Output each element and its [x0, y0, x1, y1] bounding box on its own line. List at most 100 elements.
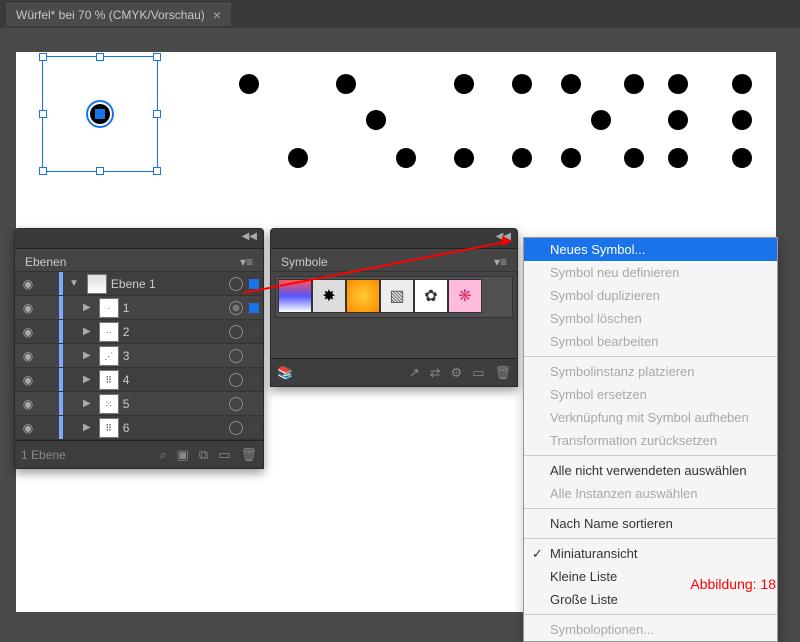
symbol-options-icon[interactable]: ⚙ — [451, 365, 463, 381]
layer-thumbnail: ⠿ — [99, 418, 119, 438]
layer-thumbnail: ⁙ — [99, 394, 119, 414]
die-dot — [624, 148, 644, 168]
selection-indicator — [249, 423, 259, 433]
target-icon[interactable] — [229, 397, 243, 411]
panel-menu-icon[interactable]: ▾≡ — [494, 255, 507, 269]
visibility-icon[interactable]: ◉ — [15, 397, 41, 411]
menu-item-symbol-options[interactable]: Symboloptionen... — [524, 618, 777, 641]
layer-row[interactable]: ◉ ▶ ⠿ 6 — [15, 416, 263, 440]
die-dot — [732, 74, 752, 94]
symbol-swatch[interactable]: ❋ — [448, 279, 482, 313]
die-dot — [454, 148, 474, 168]
symbols-panel: ◀◀ Symbole ▾≡ ✸ ▧ ✿ ❋ 📚 ↗ ⇄ ⚙ ▭ 🗑 — [270, 228, 518, 387]
selection-indicator — [249, 351, 259, 361]
visibility-icon[interactable]: ◉ — [15, 349, 41, 363]
close-icon[interactable]: × — [213, 8, 221, 22]
layers-panel-header: Ebenen ▾≡ — [15, 249, 263, 272]
symbol-swatch[interactable] — [346, 279, 380, 313]
symbols-panel-header: Symbole ▾≡ — [271, 249, 517, 272]
layer-name: 2 — [123, 325, 229, 339]
menu-item-redefine[interactable]: Symbol neu definieren — [524, 261, 777, 284]
die-dot — [454, 74, 474, 94]
disclosure-triangle-icon[interactable]: ▶ — [79, 350, 95, 361]
document-tab-bar: Würfel* bei 70 % (CMYK/Vorschau) × — [0, 0, 800, 28]
layer-thumbnail: · — [99, 298, 119, 318]
layer-row[interactable]: ◉ ▶ ·· 2 — [15, 320, 263, 344]
layer-thumbnail: ·· — [99, 322, 119, 342]
die-face-1[interactable] — [42, 56, 158, 172]
menu-item-delete[interactable]: Symbol löschen — [524, 307, 777, 330]
selection-indicator — [249, 375, 259, 385]
layer-row-parent[interactable]: ◉ ▼ Ebene 1 — [15, 272, 263, 296]
die-dot — [366, 110, 386, 130]
die-dot — [512, 148, 532, 168]
selection-indicator — [249, 303, 259, 313]
selection-indicator — [249, 279, 259, 289]
symbol-swatch[interactable]: ▧ — [380, 279, 414, 313]
make-clip-icon[interactable]: ▣ — [177, 447, 189, 463]
break-link-icon[interactable]: ⇄ — [430, 365, 441, 381]
target-icon[interactable] — [229, 301, 243, 315]
layer-thumbnail — [87, 274, 107, 294]
layer-row[interactable]: ◉ ▶ · 1 — [15, 296, 263, 320]
layer-name: 1 — [123, 301, 229, 315]
layer-name: 6 — [123, 421, 229, 435]
symbol-swatch[interactable]: ✸ — [312, 279, 346, 313]
visibility-icon[interactable]: ◉ — [15, 373, 41, 387]
disclosure-triangle-icon[interactable]: ▶ — [79, 302, 95, 313]
layer-count: 1 Ebene — [21, 448, 66, 462]
disclosure-triangle-icon[interactable]: ▼ — [65, 278, 83, 289]
target-icon[interactable] — [229, 325, 243, 339]
menu-item-sort-name[interactable]: Nach Name sortieren — [524, 512, 777, 535]
place-instance-icon[interactable]: ↗ — [409, 365, 420, 381]
die-dot — [512, 74, 532, 94]
target-icon[interactable] — [229, 421, 243, 435]
die-dot — [288, 148, 308, 168]
locate-icon[interactable]: ⌕ — [159, 447, 166, 463]
visibility-icon[interactable]: ◉ — [15, 301, 41, 315]
new-sublayer-icon[interactable]: ⧉ — [199, 447, 208, 463]
menu-item-edit[interactable]: Symbol bearbeiten — [524, 330, 777, 353]
layer-row[interactable]: ◉ ▶ ⠿ 4 — [15, 368, 263, 392]
menu-item-thumbnail-view[interactable]: Miniaturansicht — [524, 542, 777, 565]
visibility-icon[interactable]: ◉ — [15, 325, 41, 339]
collapse-icon[interactable]: ◀◀ — [236, 229, 263, 248]
die-dot — [336, 74, 356, 94]
menu-item-duplicate[interactable]: Symbol duplizieren — [524, 284, 777, 307]
panel-menu-icon[interactable]: ▾≡ — [240, 255, 253, 269]
library-icon[interactable]: 📚 — [277, 365, 293, 381]
layer-name: 5 — [123, 397, 229, 411]
menu-item-select-instances[interactable]: Alle Instanzen auswählen — [524, 482, 777, 505]
menu-item-break-link[interactable]: Verknüpfung mit Symbol aufheben — [524, 406, 777, 429]
new-layer-icon[interactable]: ▭ — [218, 447, 230, 463]
disclosure-triangle-icon[interactable]: ▶ — [79, 398, 95, 409]
die-dot — [732, 110, 752, 130]
disclosure-triangle-icon[interactable]: ▶ — [79, 374, 95, 385]
visibility-icon[interactable]: ◉ — [15, 277, 41, 291]
die-dot — [591, 110, 611, 130]
visibility-icon[interactable]: ◉ — [15, 421, 41, 435]
layers-panel-title: Ebenen — [25, 255, 66, 269]
layers-panel-footer: 1 Ebene ⌕ ▣ ⧉ ▭ 🗑 — [15, 440, 263, 468]
new-symbol-icon[interactable]: ▭ — [472, 365, 484, 381]
layer-row[interactable]: ◉ ▶ ⁙ 5 — [15, 392, 263, 416]
target-icon[interactable] — [229, 373, 243, 387]
menu-item-select-unused[interactable]: Alle nicht verwendeten auswählen — [524, 459, 777, 482]
delete-symbol-icon[interactable]: 🗑 — [494, 365, 511, 381]
die-dot — [239, 74, 259, 94]
delete-icon[interactable]: 🗑 — [240, 447, 257, 463]
target-icon[interactable] — [229, 277, 243, 291]
document-tab-label: Würfel* bei 70 % (CMYK/Vorschau) — [16, 8, 205, 22]
layer-row[interactable]: ◉ ▶ ⋰ 3 — [15, 344, 263, 368]
disclosure-triangle-icon[interactable]: ▶ — [79, 326, 95, 337]
disclosure-triangle-icon[interactable]: ▶ — [79, 422, 95, 433]
symbol-swatch[interactable]: ✿ — [414, 279, 448, 313]
document-tab[interactable]: Würfel* bei 70 % (CMYK/Vorschau) × — [6, 3, 231, 26]
menu-item-replace[interactable]: Symbol ersetzen — [524, 383, 777, 406]
menu-item-new-symbol[interactable]: Neues Symbol... — [524, 238, 777, 261]
menu-item-place-instance[interactable]: Symbolinstanz platzieren — [524, 360, 777, 383]
anchor-point-icon — [95, 109, 105, 119]
layer-thumbnail: ⠿ — [99, 370, 119, 390]
menu-item-reset-transform[interactable]: Transformation zurücksetzen — [524, 429, 777, 452]
target-icon[interactable] — [229, 349, 243, 363]
